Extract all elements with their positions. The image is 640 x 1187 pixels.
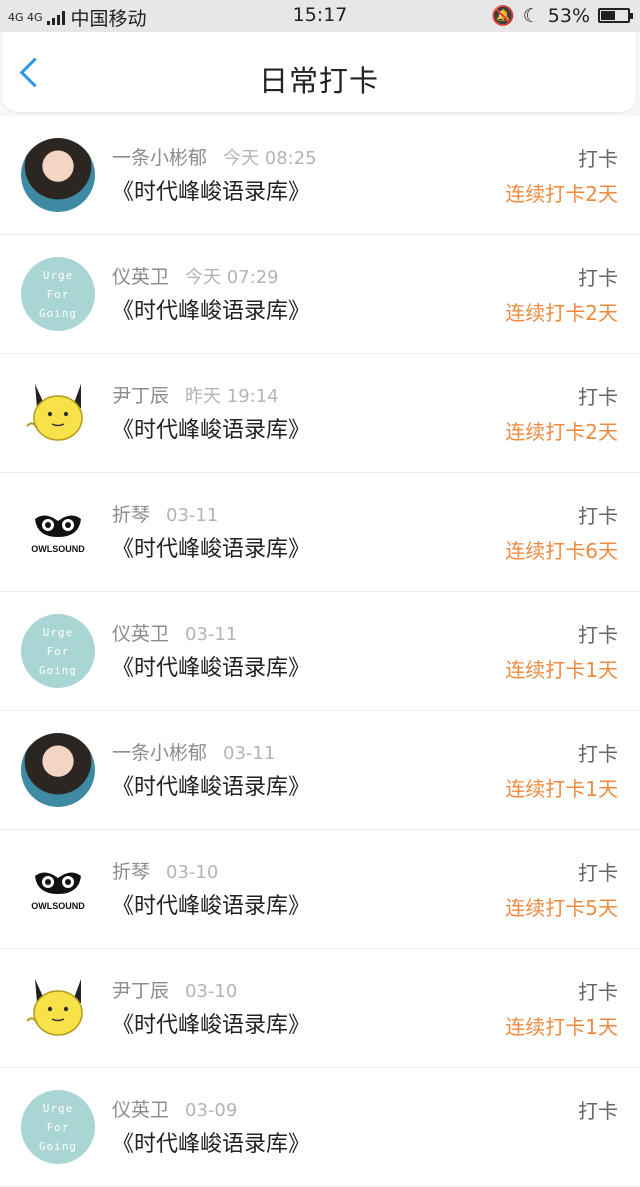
book-title: 《时代峰峻语录库》 [112, 1013, 311, 1038]
user-name[interactable]: 一条小彬郁 [112, 147, 207, 169]
list-item[interactable]: Urge For Going 仪英卫 今天 07:29 《时代峰峻语录库》 打卡连续打卡2天 [0, 235, 640, 354]
battery-fill [601, 11, 615, 20]
avatar-text: Going [38, 663, 78, 677]
list-item[interactable]: Urge For Going 仪英卫 03-11 《时代峰峻语录库》 打卡连续打卡1天 [0, 592, 640, 711]
avatar-text: Urge [42, 1101, 74, 1115]
streak-badge: 连续打卡2天 [505, 301, 618, 325]
avatar-text: For [46, 644, 70, 658]
owl-logo-text: OWLSOUND [31, 901, 85, 911]
avatar-text: Urge [42, 268, 74, 282]
book-title: 《时代峰峻语录库》 [112, 299, 311, 324]
pikachu-icon [26, 384, 83, 441]
book-title: 《时代峰峻语录库》 [112, 1132, 311, 1157]
avatar[interactable] [21, 733, 95, 807]
user-name[interactable]: 折琴 [112, 861, 150, 883]
book-title: 《时代峰峻语录库》 [112, 180, 311, 205]
avatar[interactable] [21, 376, 95, 450]
checkin-time: 03-11 [185, 624, 238, 645]
streak-badge: 连续打卡2天 [505, 182, 618, 206]
battery-icon [598, 8, 633, 23]
book-title: 《时代峰峻语录库》 [112, 775, 311, 800]
streak-badge: 连续打卡1天 [505, 1015, 618, 1039]
list-item[interactable]: 尹丁辰 昨天 19:14 《时代峰峻语录库》 打卡连续打卡2天 [0, 354, 640, 473]
streak-badge: 连续打卡1天 [505, 777, 618, 801]
user-name[interactable]: 仪英卫 [112, 266, 169, 288]
user-name-line: 一条小彬郁 今天 08:25 [112, 143, 317, 170]
streak-badge: 连续打卡1天 [505, 658, 618, 682]
checkin-time: 今天 07:29 [185, 267, 279, 288]
book-title: 《时代峰峻语录库》 [112, 656, 311, 681]
avatar[interactable]: OWLSOUND [21, 852, 95, 926]
checkin-label: 打卡 [578, 742, 618, 766]
pikachu-icon [26, 979, 83, 1036]
avatar[interactable]: OWLSOUND [21, 495, 95, 569]
checkin-label: 打卡 [578, 385, 618, 409]
user-name[interactable]: 尹丁辰 [112, 385, 169, 407]
nav-header: 日常打卡 [2, 32, 636, 112]
owl-logo-text: OWLSOUND [31, 544, 85, 554]
avatar-text: For [46, 287, 70, 301]
bell-off-icon: 🔕 [491, 5, 515, 27]
streak-badge: 连续打卡6天 [505, 539, 618, 563]
checkin-time: 03-09 [185, 1100, 238, 1121]
checkin-label: 打卡 [578, 623, 618, 647]
user-name-line: 尹丁辰 昨天 19:14 [112, 381, 279, 408]
checkin-label: 打卡 [578, 147, 618, 171]
battery-percent: 53% [547, 4, 590, 27]
book-title: 《时代峰峻语录库》 [112, 894, 311, 919]
list-item[interactable]: OWLSOUND 折琴 03-10 《时代峰峻语录库》 打卡连续打卡5天 [0, 830, 640, 949]
user-name-line: 仪英卫 03-09 [112, 1095, 237, 1122]
status-right: 🔕 ☾ 53% [491, 4, 633, 27]
checkin-label: 打卡 [578, 1099, 618, 1123]
user-name-line: 一条小彬郁 03-11 [112, 738, 275, 765]
avatar[interactable] [21, 971, 95, 1045]
checkin-time: 昨天 19:14 [185, 386, 279, 407]
streak-badge: 连续打卡5天 [505, 896, 618, 920]
owl-logo-icon: OWLSOUND [31, 515, 85, 554]
checkin-time: 03-10 [185, 981, 238, 1002]
avatar-text: Going [38, 1139, 78, 1153]
streak-badge: 连续打卡2天 [505, 420, 618, 444]
list-item[interactable]: OWLSOUND 折琴 03-11 《时代峰峻语录库》 打卡连续打卡6天 [0, 473, 640, 592]
book-title: 《时代峰峻语录库》 [112, 418, 311, 443]
user-name-line: 仪英卫 今天 07:29 [112, 262, 279, 289]
checkin-label: 打卡 [578, 504, 618, 528]
user-name-line: 尹丁辰 03-10 [112, 976, 237, 1003]
avatar[interactable] [21, 138, 95, 212]
user-name[interactable]: 折琴 [112, 504, 150, 526]
moon-icon: ☾ [522, 4, 540, 27]
page-title: 日常打卡 [258, 64, 379, 98]
user-name-line: 仪英卫 03-11 [112, 619, 237, 646]
user-name[interactable]: 一条小彬郁 [112, 742, 207, 764]
user-name-line: 折琴 03-10 [112, 857, 218, 884]
checkin-time: 03-11 [166, 505, 219, 526]
avatar[interactable]: Urge For Going [21, 614, 95, 688]
list-item[interactable]: Urge For Going 仪英卫 03-09 《时代峰峻语录库》 打卡 [0, 1068, 640, 1187]
checkin-label: 打卡 [578, 980, 618, 1004]
checkin-time: 03-11 [223, 743, 276, 764]
avatar-text: For [46, 1120, 70, 1134]
list-item[interactable]: 尹丁辰 03-10 《时代峰峻语录库》 打卡连续打卡1天 [0, 949, 640, 1068]
user-name-line: 折琴 03-11 [112, 500, 218, 527]
checkin-list[interactable]: 一条小彬郁 今天 08:25 《时代峰峻语录库》 打卡 连续打卡2天 Urge For Goi… [0, 116, 640, 1187]
avatar[interactable]: Urge For Going [21, 1090, 95, 1164]
user-name[interactable]: 仪英卫 [112, 623, 169, 645]
checkin-time: 今天 08:25 [223, 148, 317, 169]
status-bar: 4G 4G 中国移动 15:17 🔕 ☾ 53% [0, 0, 640, 32]
book-title: 《时代峰峻语录库》 [112, 537, 311, 562]
list-item[interactable]: 一条小彬郁 03-11 《时代峰峻语录库》 打卡连续打卡1天 [0, 711, 640, 830]
avatar-text: Urge [42, 625, 74, 639]
user-name[interactable]: 仪英卫 [112, 1099, 169, 1121]
owl-logo-icon: OWLSOUND [31, 872, 85, 911]
checkin-label: 打卡 [578, 861, 618, 885]
checkin-time: 03-10 [166, 862, 219, 883]
list-item[interactable]: 一条小彬郁 今天 08:25 《时代峰峻语录库》 打卡连续打卡2天 [0, 116, 640, 235]
checkin-label: 打卡 [578, 266, 618, 290]
avatar[interactable]: Urge For Going [21, 257, 95, 331]
avatar-text: Going [38, 306, 78, 320]
user-name[interactable]: 尹丁辰 [112, 980, 169, 1002]
